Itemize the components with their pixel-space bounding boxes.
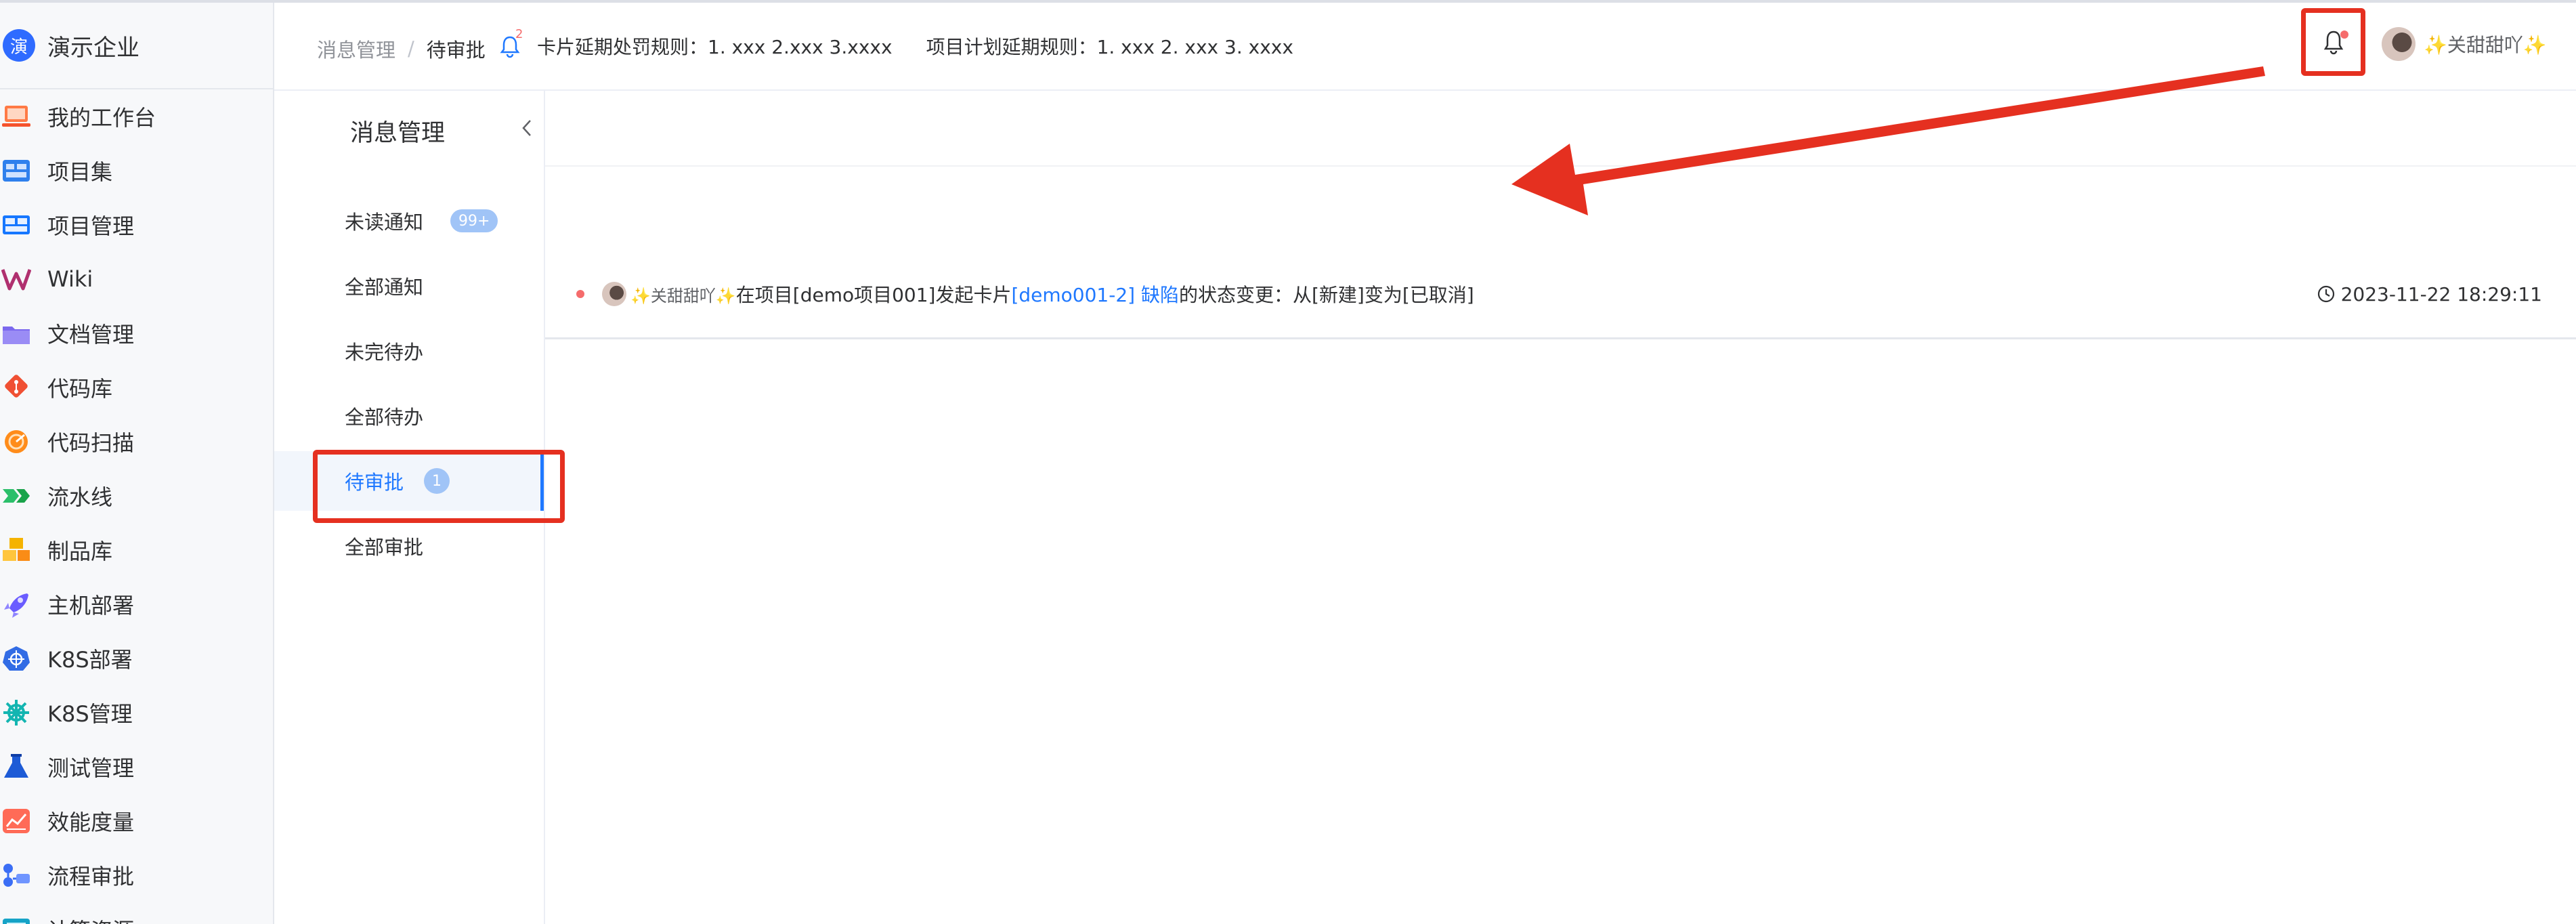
nav-item-approval-flow[interactable]: 流程审批 bbox=[0, 848, 273, 902]
menu-item-open-todos[interactable]: 未完待办 bbox=[274, 321, 544, 381]
menu-item-label: 全部待办 bbox=[345, 406, 424, 429]
nav-item-repo[interactable]: 代码库 bbox=[0, 360, 273, 415]
wiki-icon bbox=[0, 263, 33, 295]
brand-logo: 演 bbox=[3, 29, 35, 62]
avatar bbox=[602, 282, 626, 306]
nav-label: 测试管理 bbox=[47, 755, 135, 781]
list-toolbar bbox=[545, 91, 2576, 167]
nav-label: 我的工作台 bbox=[47, 105, 156, 131]
annotation-highlight-box bbox=[313, 450, 565, 523]
nav-item-code-scan[interactable]: 代码扫描 bbox=[0, 415, 273, 469]
artifact-icon bbox=[0, 534, 33, 566]
announcement-bell-icon[interactable]: 2 bbox=[498, 27, 523, 58]
pipeline-icon bbox=[0, 480, 33, 512]
notification-button[interactable] bbox=[2301, 8, 2365, 76]
nav-label: 文档管理 bbox=[47, 322, 135, 348]
nav-item-wiki[interactable]: Wiki bbox=[0, 252, 273, 306]
message-body: 在项目[demo项目001]发起卡片 bbox=[735, 284, 1012, 306]
nav-item-k8s-manage[interactable]: K8S管理 bbox=[0, 686, 273, 740]
menu-item-all-approvals[interactable]: 全部审批 bbox=[274, 516, 544, 576]
message-row[interactable]: ✨关甜甜吖✨ 在项目[demo项目001]发起卡片 [demo001-2] 缺陷… bbox=[545, 251, 2576, 339]
menu-item-label: 未读通知 bbox=[345, 211, 424, 234]
app-sidebar: 演 演示企业 我的工作台 项目集 项目管理 Wiki 文档管理 代码库 代码扫描… bbox=[0, 3, 274, 924]
menu-item-all-todos[interactable]: 全部待办 bbox=[274, 386, 544, 446]
folder-icon bbox=[0, 317, 33, 350]
menu-item-all-notices[interactable]: 全部通知 bbox=[274, 256, 544, 316]
avatar bbox=[2382, 27, 2416, 61]
nav-item-docs[interactable]: 文档管理 bbox=[0, 306, 273, 360]
top-header: 消息管理 / 待审批 2 卡片延期处罚规则：1. xxx 2.xxx 3.xxx… bbox=[274, 3, 2576, 91]
flask-icon bbox=[0, 751, 33, 783]
breadcrumb: 消息管理 / 待审批 bbox=[317, 35, 486, 63]
announcement-text: 项目计划延期规则：1. xxx 2. xxx 3. xxxx bbox=[926, 36, 1293, 58]
menu-item-label: 全部审批 bbox=[345, 536, 424, 559]
menu-item-unread[interactable]: 未读通知 99+ bbox=[274, 191, 544, 251]
app-nav: 我的工作台 项目集 项目管理 Wiki 文档管理 代码库 代码扫描 流水线 制品… bbox=[0, 89, 273, 924]
nav-label: 流程审批 bbox=[47, 864, 135, 889]
git-icon bbox=[0, 371, 33, 404]
nav-item-artifact[interactable]: 制品库 bbox=[0, 523, 273, 577]
announcement-count: 2 bbox=[515, 27, 523, 41]
notification-dot bbox=[2340, 30, 2348, 39]
message-time: 2023-11-22 18:29:11 bbox=[2317, 283, 2542, 306]
nav-item-pipeline[interactable]: 流水线 bbox=[0, 469, 273, 523]
nav-label: 效能度量 bbox=[47, 810, 135, 835]
k8s-deploy-icon bbox=[0, 642, 33, 675]
nav-label: 制品库 bbox=[47, 539, 113, 564]
nav-item-host-deploy[interactable]: 主机部署 bbox=[0, 577, 273, 631]
message-list-panel: ✨关甜甜吖✨ 在项目[demo项目001]发起卡片 [demo001-2] 缺陷… bbox=[545, 91, 2576, 924]
submenu-title: 消息管理 bbox=[350, 120, 446, 147]
project-manage-icon bbox=[0, 209, 33, 241]
nav-label: 流水线 bbox=[47, 484, 113, 510]
nav-label: 主机部署 bbox=[47, 593, 135, 618]
breadcrumb-parent[interactable]: 消息管理 bbox=[317, 35, 395, 63]
nav-item-metrics[interactable]: 效能度量 bbox=[0, 794, 273, 848]
user-menu[interactable]: ✨关甜甜吖✨ bbox=[2382, 27, 2547, 61]
nav-item-project-set[interactable]: 项目集 bbox=[0, 144, 273, 198]
scan-icon bbox=[0, 425, 33, 458]
brand[interactable]: 演 演示企业 bbox=[0, 3, 273, 89]
nav-label: 项目管理 bbox=[47, 213, 135, 239]
message-body: 的状态变更：从[新建]变为[已取消] bbox=[1179, 284, 1474, 306]
menu-item-label: 全部通知 bbox=[345, 276, 424, 299]
brand-name: 演示企业 bbox=[47, 34, 139, 62]
flow-icon bbox=[0, 859, 33, 891]
nav-item-workbench[interactable]: 我的工作台 bbox=[0, 89, 273, 144]
announcement-text: 卡片延期处罚规则：1. xxx 2.xxx 3.xxxx bbox=[537, 36, 893, 58]
clock-icon bbox=[2317, 285, 2334, 303]
nav-item-k8s-deploy[interactable]: K8S部署 bbox=[0, 631, 273, 686]
helm-icon bbox=[0, 696, 33, 729]
laptop-icon bbox=[0, 100, 33, 133]
unread-dot bbox=[576, 290, 584, 298]
rocket-icon bbox=[0, 588, 33, 621]
nav-label: K8S管理 bbox=[47, 701, 133, 727]
nav-item-test[interactable]: 测试管理 bbox=[0, 740, 273, 794]
nav-label: K8S部署 bbox=[47, 647, 133, 673]
nav-item-project-manage[interactable]: 项目管理 bbox=[0, 198, 273, 252]
announcement-bar: 2 卡片延期处罚规则：1. xxx 2.xxx 3.xxxx 项目计划延期规则：… bbox=[498, 27, 1293, 60]
chart-icon bbox=[0, 805, 33, 837]
nav-label: 代码扫描 bbox=[47, 430, 135, 456]
unread-count-badge: 99+ bbox=[450, 209, 498, 232]
message-timestamp: 2023-11-22 18:29:11 bbox=[2340, 282, 2542, 306]
message-user: ✨关甜甜吖✨ bbox=[630, 286, 736, 306]
collapse-chevron-icon[interactable] bbox=[519, 118, 534, 141]
nav-label: 计算资源 bbox=[47, 914, 134, 924]
user-name: ✨关甜甜吖✨ bbox=[2424, 34, 2547, 56]
breadcrumb-separator: / bbox=[408, 37, 414, 60]
nav-item-resources[interactable]: 计算资源 bbox=[0, 902, 273, 924]
nav-label: 代码库 bbox=[47, 376, 113, 402]
resource-icon bbox=[0, 913, 33, 924]
message-text: ✨关甜甜吖✨ 在项目[demo项目001]发起卡片 [demo001-2] 缺陷… bbox=[630, 280, 1474, 308]
breadcrumb-current: 待审批 bbox=[426, 39, 486, 62]
menu-item-label: 未完待办 bbox=[345, 341, 424, 364]
card-link[interactable]: [demo001-2] 缺陷 bbox=[1011, 280, 1179, 308]
nav-label: Wiki bbox=[47, 266, 93, 292]
nav-label: 项目集 bbox=[47, 159, 113, 185]
project-set-icon bbox=[0, 154, 33, 187]
